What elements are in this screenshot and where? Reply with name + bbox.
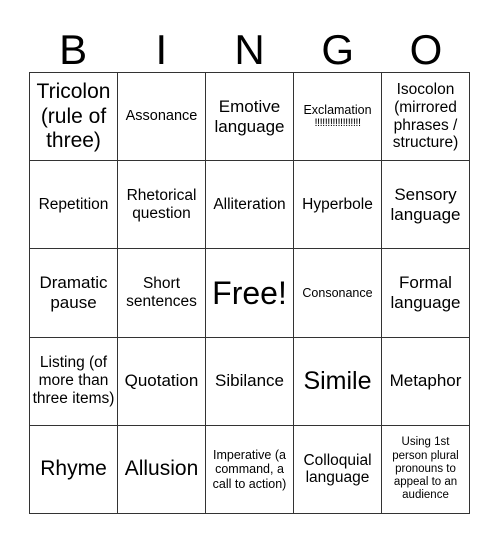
bingo-cell[interactable]: Exclamation !!!!!!!!!!!!!!!!!! bbox=[294, 73, 382, 162]
exclamation-word: Exclamation bbox=[303, 103, 372, 118]
bingo-cell[interactable]: Rhyme bbox=[30, 425, 118, 514]
bingo-cell[interactable]: Alliteration bbox=[206, 161, 294, 250]
bingo-cell[interactable]: Colloquial language bbox=[294, 425, 382, 514]
header-letter-b: B bbox=[59, 26, 88, 73]
bingo-cell[interactable]: Metaphor bbox=[382, 337, 470, 426]
bingo-grid: Tricolon (rule of three) Assonance Emoti… bbox=[29, 72, 470, 514]
bingo-cell[interactable]: Repetition bbox=[30, 161, 118, 250]
bingo-cell[interactable]: Emotive language bbox=[206, 73, 294, 162]
bingo-cell[interactable]: Formal language bbox=[382, 249, 470, 338]
bingo-cell[interactable]: Dramatic pause bbox=[30, 249, 118, 338]
bingo-cell[interactable]: Using 1st person plural pronouns to appe… bbox=[382, 425, 470, 514]
bingo-cell[interactable]: Rhetorical question bbox=[118, 161, 206, 250]
exclamation-marks: !!!!!!!!!!!!!!!!!! bbox=[314, 117, 361, 130]
bingo-cell[interactable]: Imperative (a command, a call to action) bbox=[206, 425, 294, 514]
bingo-cell[interactable]: Allusion bbox=[118, 425, 206, 514]
header-letter-i: I bbox=[155, 26, 168, 73]
header-letter-o: O bbox=[409, 26, 443, 73]
header-letter-g: G bbox=[321, 26, 355, 73]
bingo-cell[interactable]: Simile bbox=[294, 337, 382, 426]
bingo-cell[interactable]: Listing (of more than three items) bbox=[30, 337, 118, 426]
free-space-cell[interactable]: Free! bbox=[206, 249, 294, 338]
bingo-cell[interactable]: Tricolon (rule of three) bbox=[30, 73, 118, 162]
bingo-cell[interactable]: Isocolon (mirrored phrases / structure) bbox=[382, 73, 470, 162]
bingo-cell[interactable]: Sibilance bbox=[206, 337, 294, 426]
bingo-cell[interactable]: Assonance bbox=[118, 73, 206, 162]
bingo-cell[interactable]: Short sentences bbox=[118, 249, 206, 338]
bingo-cell[interactable]: Consonance bbox=[294, 249, 382, 338]
bingo-header: B I N G O bbox=[29, 28, 470, 72]
bingo-cell[interactable]: Hyperbole bbox=[294, 161, 382, 250]
header-letter-n: N bbox=[234, 26, 265, 73]
bingo-cell[interactable]: Sensory language bbox=[382, 161, 470, 250]
bingo-cell[interactable]: Quotation bbox=[118, 337, 206, 426]
